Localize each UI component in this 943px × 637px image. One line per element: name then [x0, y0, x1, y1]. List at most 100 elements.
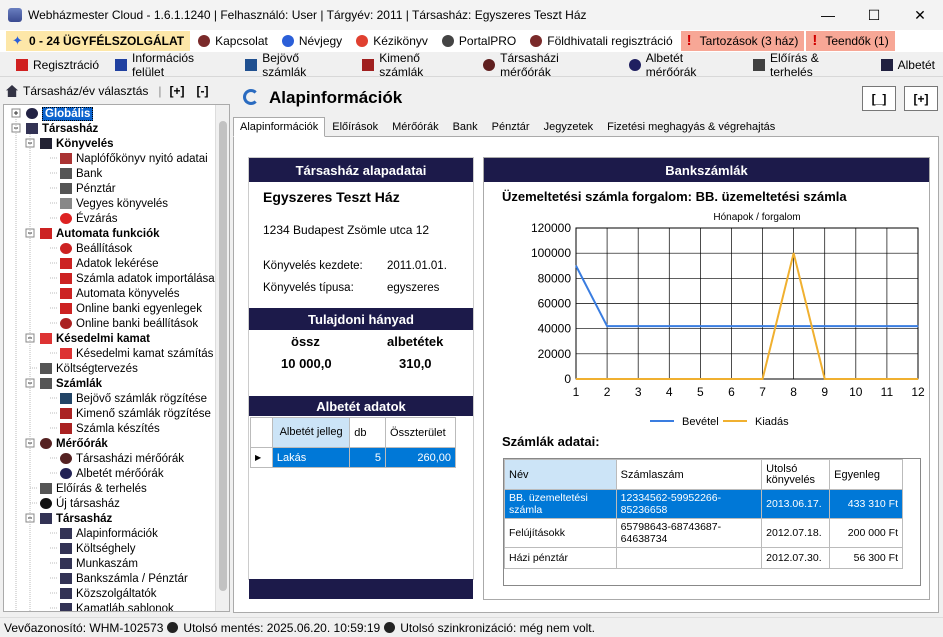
tab-2[interactable]: Mérőórák — [385, 117, 445, 136]
col-unit-type[interactable]: Albetét jelleg — [271, 417, 351, 448]
tree-node[interactable]: Naplófőkönyv nyitó adatai — [60, 151, 208, 166]
tree-node[interactable]: Előírás & terhelés — [40, 481, 147, 496]
toolbar-item-4[interactable]: PortalPRO — [436, 31, 522, 51]
module-item-6[interactable]: Előírás & terhelés — [745, 51, 873, 79]
tree-node[interactable]: Bank — [60, 166, 102, 181]
module-item-0[interactable]: Regisztráció — [8, 58, 107, 72]
tree-node[interactable]: Társasházi mérőórák — [60, 451, 184, 466]
module-item-label: Társasházi mérőórák — [500, 50, 559, 79]
tree-node[interactable]: Automata funkciók — [40, 226, 160, 241]
module-item-7[interactable]: Albetét — [873, 58, 943, 72]
account-date-cell[interactable]: 2013.06.17. — [761, 489, 831, 519]
expand-panel-button[interactable]: [+] — [904, 86, 938, 111]
unit-type-cell[interactable]: Lakás — [271, 447, 351, 468]
table-row[interactable]: Felújításokk 65798643-68743687-64638734 20… — [504, 518, 903, 548]
col-count[interactable]: db — [349, 417, 387, 448]
tab-1[interactable]: Előírások — [325, 117, 385, 136]
tab-3[interactable]: Bank — [446, 117, 485, 136]
tab-5[interactable]: Jegyzetek — [537, 117, 601, 136]
tree-node-label: Online banki beállítások — [76, 317, 199, 330]
tree-node[interactable]: Új társasház — [40, 496, 120, 511]
collapse-all-button[interactable]: [-] — [197, 84, 209, 98]
account-balance-cell[interactable]: 56 300 Ft — [829, 547, 903, 569]
minimize-button[interactable]: — — [805, 0, 851, 30]
tree-node-label: Online banki egyenlegek — [76, 302, 202, 315]
unit-area-cell[interactable]: 260,00 — [385, 447, 456, 468]
tree-node[interactable]: Költséghely — [60, 541, 135, 556]
building-icon — [60, 558, 72, 569]
title-bar: Webházmester Cloud - 1.6.1.1240 | Felhas… — [0, 0, 943, 30]
account-number-cell[interactable]: 12334562-59952266-85236658 — [615, 489, 763, 519]
toolbar-item-0[interactable]: ✦ 0 - 24 ÜGYFÉLSZOLGÁLAT — [6, 31, 191, 51]
toolbar-item-6[interactable]: ! Tartozások (3 ház) — [680, 31, 805, 51]
tree-node[interactable]: Számla adatok importálása — [60, 271, 215, 286]
tree-scrollbar[interactable] — [215, 105, 229, 611]
toolbar-item-1[interactable]: Kapcsolat — [192, 31, 274, 51]
tab-0[interactable]: Alapinformációk — [233, 117, 326, 137]
tree-node[interactable]: Bankszámla / Pénztár — [60, 571, 188, 586]
tree-node[interactable]: Adatok lekérése — [60, 256, 158, 271]
account-name-cell[interactable]: BB. üzemeltetési számla — [504, 489, 617, 519]
account-number-cell[interactable] — [615, 547, 763, 569]
toolbar-item-3[interactable]: Kézikönyv — [350, 31, 434, 51]
tree-node[interactable]: Számlák — [40, 376, 102, 391]
expand-all-button[interactable]: [+] — [170, 84, 185, 98]
tree-node[interactable]: Késedelmi kamat — [40, 331, 150, 346]
tree-node[interactable]: Albetét mérőórák — [60, 466, 164, 481]
maximize-button[interactable]: ☐ — [851, 0, 897, 30]
close-button[interactable]: ✕ — [897, 0, 943, 30]
tree-node[interactable]: Automata könyvelés — [60, 286, 180, 301]
col-header[interactable]: Név — [504, 459, 617, 490]
col-area[interactable]: Összterület — [385, 417, 456, 448]
account-date-cell[interactable]: 2012.07.30. — [761, 547, 831, 569]
navigation-tree[interactable]: Globális Társasház Könyvelés Naplófőkönyv n… — [3, 104, 230, 612]
account-balance-cell[interactable]: 200 000 Ft — [829, 518, 903, 548]
module-item-4[interactable]: Társasházi mérőórák — [475, 51, 621, 79]
house-year-label[interactable]: Társasház/év választás — [23, 84, 148, 98]
account-name-cell[interactable]: Házi pénztár — [504, 547, 617, 569]
tree-node[interactable]: Közszolgáltatók — [60, 586, 157, 601]
tree-node[interactable]: Munkaszám — [60, 556, 138, 571]
account-balance-cell[interactable]: 433 310 Ft — [829, 489, 903, 519]
module-item-2[interactable]: Bejövő számlák — [237, 51, 354, 79]
tree-node[interactable]: Pénztár — [60, 181, 116, 196]
account-date-cell[interactable]: 2012.07.18. — [761, 518, 831, 548]
tree-node[interactable]: Késedelmi kamat számítás — [60, 346, 213, 361]
toolbar-item-5[interactable]: Földhivatali regisztráció — [524, 31, 678, 51]
module-item-label: Albetét mérőórák — [645, 50, 697, 79]
unit-count-cell[interactable]: 5 — [349, 447, 387, 468]
tree-node[interactable]: Könyvelés — [40, 136, 114, 151]
tree-node[interactable]: Számla készítés — [60, 421, 160, 436]
tree-node[interactable]: Beállítások — [60, 241, 132, 256]
module-item-5[interactable]: Albetét mérőórák — [621, 51, 745, 79]
tree-node[interactable]: Kamatláb sablonok — [60, 601, 174, 611]
tree-node[interactable]: Kimenő számlák rögzítése — [60, 406, 211, 421]
account-name-cell[interactable]: Felújításokk — [504, 518, 617, 548]
toolbar-item-2[interactable]: Névjegy — [276, 31, 348, 51]
refresh-icon[interactable] — [243, 89, 259, 105]
toolbar-item-7[interactable]: ! Teendők (1) — [806, 31, 895, 51]
tab-6[interactable]: Fizetési meghagyás & végrehajtás — [600, 117, 782, 136]
col-header[interactable]: Utolsó könyvelés — [761, 459, 831, 490]
minimize-panel-button[interactable]: [_] — [862, 86, 896, 111]
tree-node[interactable]: Globális — [26, 106, 94, 121]
tab-4[interactable]: Pénztár — [485, 117, 537, 136]
tree-node[interactable]: Alapinformációk — [60, 526, 158, 541]
tree-node[interactable]: Online banki egyenlegek — [60, 301, 202, 316]
table-row[interactable]: ▶ Lakás 5 260,00 — [250, 447, 456, 468]
account-number-cell[interactable]: 65798643-68743687-64638734 — [615, 518, 763, 548]
table-row[interactable]: Házi pénztár 2012.07.30. 56 300 Ft — [504, 547, 903, 569]
tree-node[interactable]: Évzárás — [60, 211, 118, 226]
module-item-1[interactable]: Információs felület — [107, 51, 237, 79]
tree-node[interactable]: Mérőórák — [40, 436, 108, 451]
col-header[interactable]: Számlaszám — [615, 459, 763, 490]
table-row[interactable]: BB. üzemeltetési számla 12334562-59952266… — [504, 489, 903, 519]
tree-node[interactable]: Vegyes könyvelés — [60, 196, 168, 211]
module-item-3[interactable]: Kimenő számlák — [354, 51, 475, 79]
tree-node[interactable]: Költségtervezés — [40, 361, 138, 376]
tree-node[interactable]: Társasház — [26, 121, 98, 136]
col-header[interactable]: Egyenleg — [829, 459, 903, 490]
tree-node[interactable]: Társasház — [40, 511, 112, 526]
tree-node[interactable]: Online banki beállítások — [60, 316, 198, 331]
tree-node[interactable]: Bejövő számlák rögzítése — [60, 391, 207, 406]
